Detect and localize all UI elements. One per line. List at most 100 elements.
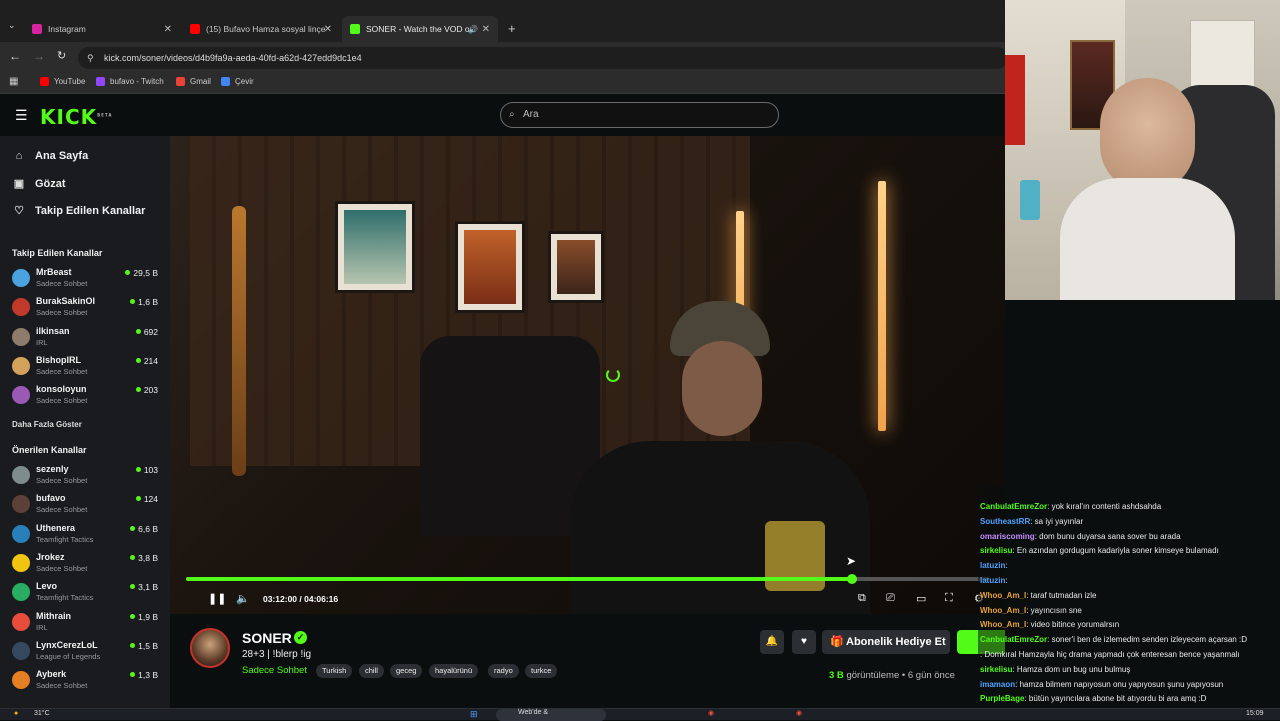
tag-chip[interactable]: Turkish [316,664,353,678]
site-info-icon[interactable]: ⚲ [87,47,94,69]
new-tab-button[interactable]: + [508,21,516,36]
close-tab-icon[interactable]: ✕ [164,24,172,35]
youtube-icon [190,24,200,34]
sidebar-channel[interactable]: ilkinsan IRL 692 [12,326,162,354]
pause-button[interactable]: ❚❚ [208,592,226,605]
tag-chip[interactable]: radyo [488,664,519,678]
progress-bar[interactable] [186,574,988,584]
sidebar-channel[interactable]: MrBeast Sadece Sohbet 29,5 B [12,267,162,295]
tag-chip[interactable]: turkce [525,664,558,678]
chat-username[interactable]: omariscoming [980,532,1035,541]
bookmark-gmail[interactable]: Gmail [176,77,211,86]
streamer-figure [570,301,870,614]
chat-username[interactable]: CanbulatEmreZor [980,502,1047,511]
tab-instagram[interactable]: Instagram ✕ [24,16,180,42]
back-icon[interactable]: ← [9,49,21,63]
bookmark-translate[interactable]: Çevir [221,77,254,86]
progress-knob[interactable] [846,574,857,584]
chat-username[interactable]: latuzin [980,561,1005,570]
bookmark-youtube[interactable]: YouTube [40,77,85,86]
chat-username[interactable]: latuzin [980,576,1005,585]
chat-text: : dom bunu duyarsa sana sover bu arada [1034,531,1181,541]
windows-start-icon[interactable]: ⊞ [470,709,478,720]
tag-chip[interactable]: hayalürünü [429,664,479,678]
apps-grid-icon[interactable]: ▦ [9,76,18,87]
nav-home[interactable]: ⌂ Ana Sayfa [12,150,89,162]
channel-avatar [12,641,30,660]
chat-username[interactable]: CanbulatEmreZor [980,635,1047,644]
chat-message: Whoo_Am_I: yayıncısın sne [980,606,1082,615]
sidebar-channel[interactable]: Ayberk Sadece Sohbet 1,3 B [12,669,162,697]
channel-avatar [12,495,30,514]
led-light [878,181,886,431]
show-more-link[interactable]: Daha Fazla Göster [12,420,82,429]
channel-info: SONER ✓ 28+3 | !blerp !ig Sadece Sohbet … [170,614,1005,720]
tag-chip[interactable]: geceg [390,664,423,678]
miniplayer-icon[interactable]: ⧉ [858,592,866,605]
hamburger-menu-icon[interactable]: ☰ [15,107,28,124]
kick-logo[interactable]: KICKBETA [40,105,112,129]
sidebar: ⌂ Ana Sayfa ▣ Gözat ♡ Takip Edilen Kanal… [0,136,170,720]
sidebar-channel[interactable]: Uthenera Teamfight Tactics 6,6 B [12,523,162,551]
chat-username[interactable]: Whoo_Am_I [980,591,1026,600]
bookmark-label: Çevir [235,77,254,86]
taskbar-search[interactable]: Web'de & [496,709,606,721]
url-field[interactable]: ⚲ kick.com/soner/videos/d4b9fa9a-aeda-40… [78,47,1008,69]
bookmark-twitch[interactable]: bufavo - Twitch [96,77,164,86]
sidebar-channel[interactable]: Mithrain IRL 1,9 B [12,611,162,639]
sidebar-channel[interactable]: sezenly Sadece Sohbet 103 [12,464,162,492]
channel-avatar [12,466,30,484]
chat-message: SoutheastRR: sa iyi yayınlar [980,517,1083,526]
chat-text: : [1005,576,1008,585]
sidebar-channel[interactable]: BishopIRL Sadece Sohbet 214 [12,355,162,383]
sidebar-channel[interactable]: konsoloyun Sadece Sohbet 203 [12,384,162,412]
nav-browse[interactable]: ▣ Gözat [12,177,66,191]
channel-name: konsoloyun [36,384,87,395]
chrome-taskbar-icon[interactable]: ◉ [708,709,714,717]
close-tab-icon[interactable]: ✕ [482,24,490,35]
channel-name: ilkinsan [36,325,70,336]
chat-text: : sa iyi yayınlar [1030,516,1084,526]
chat-username[interactable]: SoutheastRR [980,517,1030,526]
chat-username[interactable]: Whoo_Am_I [980,606,1026,615]
clip-icon[interactable]: ⎚ [886,592,895,605]
channel-avatar [12,356,30,375]
chat-username[interactable]: sirkelisu [980,546,1012,555]
close-tab-icon[interactable]: ✕ [324,24,332,35]
fullscreen-icon[interactable]: ⛶ [945,592,953,605]
reload-icon[interactable]: ↻ [57,49,66,62]
sidebar-channel[interactable]: Levo Teamfight Tactics 3,1 B [12,581,162,609]
chrome-taskbar-icon[interactable]: ◉ [796,709,802,717]
sidebar-channel[interactable]: Jrokez Sadece Sohbet 3,8 B [12,552,162,580]
forward-icon[interactable]: → [33,49,45,63]
sidebar-channel[interactable]: bufavo Sadece Sohbet 124 [12,493,162,521]
volume-icon[interactable]: 🔈 [236,592,250,605]
tab-kick-active[interactable]: SONER - Watch the VOD o 🔊 ✕ [342,16,498,42]
viewer-count: 203 [136,385,158,395]
tab-list-chevron-icon[interactable]: ⌄ [8,20,16,31]
tab-youtube[interactable]: (15) Bufavo Hamza sosyal linçe ✕ [182,16,340,42]
chat-username[interactable]: imamaon [980,680,1015,689]
viewer-count: 1,6 B [130,297,158,307]
speaker-icon[interactable]: 🔊 [468,25,478,34]
chat-username[interactable]: Whoo_Am_I [980,620,1026,629]
theater-mode-icon[interactable]: ▭ [916,592,926,605]
tag-chip[interactable]: chill [359,664,384,678]
follow-heart-button[interactable]: ♥ [792,630,816,654]
gift-subscription-button[interactable]: 🎁 Abonelik Hediye Et [822,630,950,654]
video-player[interactable]: ❚❚ 🔈 03:12:00 / 04:06:16 ⧉ ⎚ ▭ ⛶ ⚙ ➤ [170,136,1005,614]
sidebar-channel[interactable]: BurakSakinOl Sadece Sohbet 1,6 B [12,296,162,324]
chat-username[interactable]: PurpleBage [980,694,1024,703]
search-input[interactable]: ⌕ Ara [500,102,779,128]
channel-avatar[interactable] [190,628,230,668]
chat-username[interactable]: sirkelisu [980,665,1012,674]
channel-name: BurakSakinOl [36,296,96,307]
weather-temp[interactable]: 31°C [34,710,50,717]
channel-name[interactable]: SONER [242,630,292,646]
stream-category[interactable]: Sadece Sohbet [242,665,307,676]
viewer-count: 3,8 B [130,553,158,563]
nav-following[interactable]: ♡ Takip Edilen Kanallar [12,204,145,218]
sidebar-channel[interactable]: LynxCerezLoL League of Legends 1,5 B [12,640,162,668]
notification-bell-button[interactable]: 🔔 [760,630,784,654]
weather-icon: ● [14,710,19,717]
